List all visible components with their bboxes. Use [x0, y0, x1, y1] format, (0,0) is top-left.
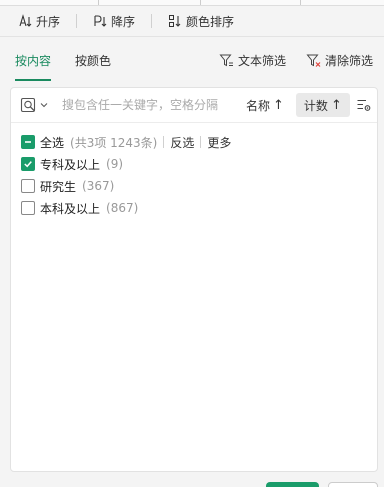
confirm-button[interactable]	[266, 482, 319, 487]
list-settings-icon	[357, 99, 371, 111]
select-all-label: 全选	[40, 135, 65, 150]
item-checkbox[interactable]	[21, 179, 35, 193]
item-checkbox[interactable]	[21, 157, 35, 171]
value-list: 全选 (共3项 1243条) 反选 更多 专科及以上 (9) 研究生 (367)…	[21, 131, 371, 219]
clear-filter-label: 清除筛选	[324, 53, 373, 68]
check-icon	[24, 161, 32, 168]
divider	[163, 136, 165, 148]
color-sort-icon	[169, 15, 181, 27]
search-mode-dropdown[interactable]	[11, 96, 48, 114]
color-sort-label: 颜色排序	[186, 14, 235, 29]
sort-ascending-icon	[19, 14, 32, 27]
item-count: (367)	[82, 179, 115, 193]
tab-by-content[interactable]: 按内容	[15, 47, 52, 81]
sort-toolbar: 升序 降序 颜色排序	[0, 6, 384, 37]
more-link[interactable]: 更多	[207, 134, 231, 151]
select-all-checkbox[interactable]	[21, 135, 35, 149]
cancel-button[interactable]	[328, 482, 378, 487]
chevron-down-icon	[40, 103, 48, 108]
text-filter-button[interactable]: 文本筛选	[219, 52, 286, 69]
arrow-up-icon: ↑	[330, 97, 342, 113]
list-settings-button[interactable]	[354, 95, 374, 115]
clear-filter-button[interactable]: 清除筛选	[306, 52, 373, 69]
list-item: 本科及以上 (867)	[21, 197, 371, 219]
sort-by-count-label: 计数	[303, 98, 328, 113]
divider	[76, 14, 78, 28]
search-input[interactable]	[62, 98, 238, 112]
sort-ascending-label: 升序	[36, 14, 61, 29]
color-sort-button[interactable]: 颜色排序	[166, 9, 236, 33]
select-all-row: 全选 (共3项 1243条) 反选 更多	[21, 131, 371, 153]
item-label: 研究生	[40, 179, 77, 194]
sort-ascending-button[interactable]: 升序	[16, 9, 62, 33]
sort-descending-icon	[94, 15, 107, 27]
item-label: 本科及以上	[40, 201, 101, 216]
divider	[200, 136, 202, 148]
filter-icon	[219, 54, 233, 66]
clear-filter-icon	[306, 54, 321, 67]
list-item: 研究生 (367)	[21, 175, 371, 197]
text-filter-label: 文本筛选	[237, 53, 286, 68]
minus-icon	[25, 141, 31, 143]
item-checkbox[interactable]	[21, 201, 35, 215]
invert-selection-link[interactable]: 反选	[170, 134, 194, 151]
list-item: 专科及以上 (9)	[21, 153, 371, 175]
sort-by-count-button[interactable]: 计数 ↑	[295, 93, 350, 117]
tab-by-color[interactable]: 按颜色	[75, 47, 111, 73]
item-count: (9)	[106, 157, 124, 171]
select-all-summary: (共3项 1243条)	[70, 135, 158, 150]
sort-descending-label: 降序	[111, 14, 136, 29]
sort-descending-button[interactable]: 降序	[91, 9, 137, 33]
sort-by-name-button[interactable]: 名称 ↑	[238, 93, 292, 117]
divider	[151, 14, 153, 28]
item-count: (867)	[106, 201, 139, 215]
search-row: 名称 ↑ 计数 ↑	[11, 88, 377, 123]
filter-list-panel: 名称 ↑ 计数 ↑ 全选 (共3项 1243条) 反选 更多 专科及以上	[10, 87, 378, 472]
sort-by-name-label: 名称	[246, 98, 271, 113]
arrow-up-icon: ↑	[273, 97, 284, 113]
item-label: 专科及以上	[40, 157, 101, 172]
search-icon	[20, 97, 36, 113]
filter-tabs: 按内容 按颜色 文本筛选 清除筛选	[0, 37, 384, 83]
